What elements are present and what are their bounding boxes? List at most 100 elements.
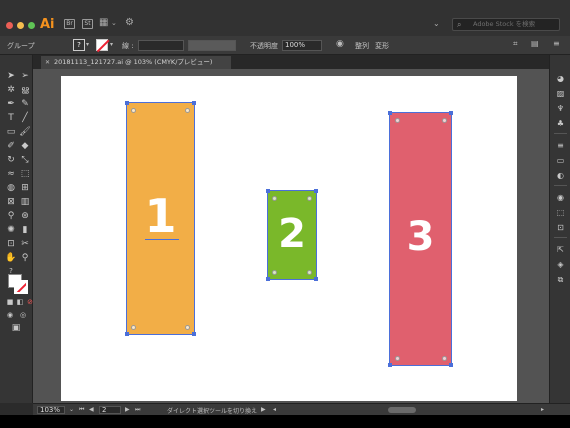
hand-tool-icon[interactable]: ✋ [5, 252, 17, 264]
anchor-point[interactable] [388, 363, 392, 367]
chevron-down-icon[interactable]: ▾ [110, 41, 113, 48]
graphic-styles-icon[interactable]: ⬚ [555, 207, 566, 218]
draw-behind-icon[interactable]: ◎ [17, 309, 29, 321]
lasso-tool-icon[interactable]: ൠ [19, 84, 31, 96]
corner-widget[interactable] [185, 325, 190, 330]
gradient-tool-icon[interactable]: ▥ [19, 196, 31, 208]
corner-widget[interactable] [307, 270, 312, 275]
align-link[interactable]: 整列 [355, 41, 369, 51]
chevron-down-icon[interactable]: ▾ [86, 41, 89, 48]
screen-mode-icon[interactable]: ▣ [10, 322, 22, 334]
anchor-point[interactable] [314, 189, 318, 193]
corner-widget[interactable] [307, 196, 312, 201]
paintbrush-tool-icon[interactable]: 🖌 [19, 126, 31, 138]
warp-tool-icon[interactable]: ≈ [5, 168, 17, 180]
layers-icon[interactable]: ◈ [555, 259, 566, 270]
stock-icon[interactable]: St [82, 19, 93, 29]
minimize-window-button[interactable] [17, 22, 24, 29]
draw-mode-icon[interactable]: ◉ [4, 309, 16, 321]
anchor-point[interactable] [125, 101, 129, 105]
brushes-icon[interactable]: ♆ [555, 103, 566, 114]
artboard-number-field[interactable]: 2 [99, 406, 121, 414]
shaper-tool-icon[interactable]: ✐ [5, 140, 17, 152]
corner-widget[interactable] [272, 270, 277, 275]
anchor-point[interactable] [388, 111, 392, 115]
last-artboard-icon[interactable]: ⏭ [135, 406, 140, 414]
recolor-artwork-icon[interactable]: ◉ [336, 39, 344, 49]
zoom-tool-icon[interactable]: ⚲ [19, 252, 31, 264]
canvas-area[interactable]: 1 2 3 [33, 69, 549, 403]
eraser-tool-icon[interactable]: ◆ [19, 140, 31, 152]
status-menu-icon[interactable]: ▶ [261, 406, 266, 413]
artwork-rectangle-1[interactable]: 1 [125, 101, 196, 336]
previous-artboard-icon[interactable]: ◀ [89, 406, 94, 413]
artwork-rectangle-3[interactable]: 3 [388, 111, 453, 367]
zoom-field[interactable]: 103% [37, 406, 65, 414]
anchor-point[interactable] [266, 189, 270, 193]
direct-selection-tool-icon[interactable]: ➢ [19, 70, 31, 82]
first-artboard-icon[interactable]: ⏮ [79, 406, 84, 414]
column-graph-tool-icon[interactable]: ▮ [19, 224, 31, 236]
artwork-rectangle-2[interactable]: 2 [266, 189, 318, 281]
line-tool-icon[interactable]: ╱ [19, 112, 31, 124]
anchor-point[interactable] [266, 277, 270, 281]
symbols-icon[interactable]: ♣ [555, 118, 566, 129]
perspective-grid-tool-icon[interactable]: ⊞ [19, 182, 31, 194]
corner-widget[interactable] [442, 118, 447, 123]
menu-icon[interactable]: ≡ [553, 39, 560, 48]
chevron-down-icon[interactable]: ⌄ [111, 19, 117, 27]
stroke-indicator[interactable] [14, 280, 28, 294]
chevron-down-icon[interactable]: ⌄ [69, 406, 74, 413]
stroke-panel-icon[interactable]: ≡ [555, 140, 566, 151]
export-icon[interactable]: ⇱ [555, 244, 566, 255]
stock-search-input[interactable]: ⌕ Adobe Stock を検索 [452, 18, 560, 31]
curvature-tool-icon[interactable]: ✎ [19, 98, 31, 110]
rectangle-tool-icon[interactable]: ▭ [5, 126, 17, 138]
corner-widget[interactable] [395, 118, 400, 123]
panel-options-icon[interactable]: ▤ [531, 39, 539, 48]
magic-wand-tool-icon[interactable]: ✲ [5, 84, 17, 96]
shape-builder-tool-icon[interactable]: ◍ [5, 182, 17, 194]
bridge-icon[interactable]: Br [64, 19, 75, 29]
mesh-tool-icon[interactable]: ⊠ [5, 196, 17, 208]
image-trace-icon[interactable]: ⊡ [555, 222, 566, 233]
stroke-weight-field[interactable] [138, 40, 184, 51]
opacity-field[interactable]: 100% [282, 40, 322, 51]
eyedropper-tool-icon[interactable]: ⚲ [5, 210, 17, 222]
close-window-button[interactable] [6, 22, 13, 29]
document-tab[interactable]: ✕ 20181113_121727.ai @ 103% (CMYK/プレビュー) [41, 56, 231, 69]
corner-widget[interactable] [185, 108, 190, 113]
transparency-panel-icon[interactable]: ◐ [555, 170, 566, 181]
anchor-point[interactable] [449, 363, 453, 367]
selection-tool-icon[interactable]: ➤ [5, 70, 17, 82]
artboard-tool-icon[interactable]: ⊡ [5, 238, 17, 250]
color-panel-icon[interactable]: ◕ [555, 73, 566, 84]
fill-stroke-control[interactable] [8, 274, 30, 296]
stroke-swatch[interactable] [96, 39, 108, 51]
type-tool-icon[interactable]: T [5, 112, 17, 124]
gradient-panel-icon[interactable]: ▭ [555, 155, 566, 166]
free-transform-tool-icon[interactable]: ⬚ [19, 168, 31, 180]
scale-tool-icon[interactable]: ⤡ [19, 154, 31, 166]
anchor-point[interactable] [192, 101, 196, 105]
scroll-right-icon[interactable]: ▸ [541, 406, 544, 413]
zoom-window-button[interactable] [28, 22, 35, 29]
blend-tool-icon[interactable]: ⊛ [19, 210, 31, 222]
pen-tool-icon[interactable]: ✒ [5, 98, 17, 110]
anchor-point[interactable] [449, 111, 453, 115]
rotate-tool-icon[interactable]: ↻ [5, 154, 17, 166]
anchor-point[interactable] [125, 332, 129, 336]
close-tab-icon[interactable]: ✕ [45, 56, 50, 69]
horizontal-scrollbar-thumb[interactable] [388, 407, 416, 413]
scroll-left-icon[interactable]: ◂ [273, 406, 276, 413]
arrange-documents-icon[interactable]: ▦ [99, 17, 108, 28]
artboard[interactable]: 1 2 3 [61, 76, 517, 401]
corner-widget[interactable] [272, 196, 277, 201]
corner-widget[interactable] [395, 356, 400, 361]
color-guide-icon[interactable]: ▨ [555, 88, 566, 99]
variable-width-profile[interactable] [188, 40, 236, 51]
appearance-panel-icon[interactable]: ◉ [555, 192, 566, 203]
anchor-point[interactable] [192, 332, 196, 336]
transform-link[interactable]: 変形 [375, 41, 389, 51]
isolate-group-icon[interactable]: ⌗ [513, 39, 518, 49]
